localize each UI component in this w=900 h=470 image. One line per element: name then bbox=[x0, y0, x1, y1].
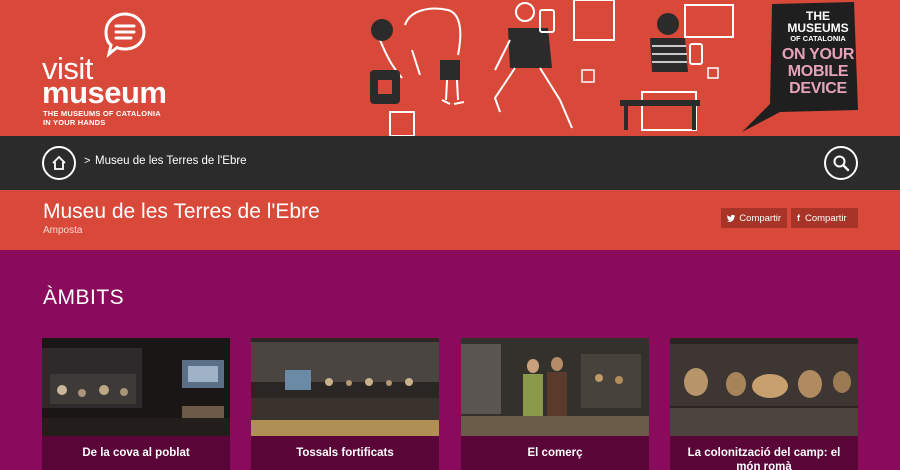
ambit-thumbnail-image bbox=[42, 338, 230, 436]
tagline-line-1: THE MUSEUMS OF CATALONIA bbox=[43, 109, 161, 118]
share-facebook-button[interactable]: f Compartir bbox=[791, 208, 858, 228]
promo-line-3c: DEVICE bbox=[789, 79, 847, 97]
ambit-card-title: De la cova al poblat bbox=[82, 447, 190, 459]
twitter-icon bbox=[727, 214, 736, 222]
header-banner: visit museum THE MUSEUMS OF CATALONIA IN… bbox=[0, 0, 900, 136]
search-icon bbox=[833, 155, 850, 172]
promo-line-3a: ON YOUR bbox=[781, 45, 855, 63]
page-subtitle-location: Amposta bbox=[43, 225, 83, 236]
navigation-bar: > Museu de les Terres de l'Ebre bbox=[0, 136, 900, 190]
home-button[interactable] bbox=[42, 146, 76, 180]
speech-bubble-logo-icon bbox=[104, 12, 146, 58]
facebook-icon: f bbox=[797, 213, 800, 223]
ambit-thumbnail-image bbox=[251, 338, 439, 436]
ambit-thumbnail-image bbox=[461, 338, 649, 436]
breadcrumb-separator: > bbox=[84, 155, 91, 167]
breadcrumb-current[interactable]: Museu de les Terres de l'Ebre bbox=[95, 155, 247, 167]
visitmuseum-logo[interactable]: visit museum THE MUSEUMS OF CATALONIA IN… bbox=[42, 10, 192, 130]
ambits-card-list: De la cova al poblat Tossals fortificats bbox=[42, 338, 858, 470]
tagline-line-2: IN YOUR HANDS bbox=[43, 118, 106, 127]
ambit-card[interactable]: El comerç bbox=[461, 338, 649, 470]
ambit-card-title: La colonització del camp: el món romà bbox=[687, 447, 841, 470]
mobile-promo-bubble[interactable]: THE MUSEUMS OF CATALONIA ON YOUR MOBILE … bbox=[740, 0, 860, 134]
share-twitter-button[interactable]: Compartir bbox=[721, 208, 787, 228]
share-facebook-label: Compartir bbox=[805, 212, 847, 224]
ambit-card-title: Tossals fortificats bbox=[296, 447, 394, 459]
section-title-ambits: ÀMBITS bbox=[43, 286, 125, 309]
home-icon bbox=[52, 155, 66, 170]
promo-text: THE MUSEUMS OF CATALONIA ON YOUR MOBILE … bbox=[778, 10, 858, 97]
ambit-thumbnail-image bbox=[670, 338, 858, 436]
search-button[interactable] bbox=[824, 146, 858, 180]
logo-tagline: THE MUSEUMS OF CATALONIA IN YOUR HANDS bbox=[43, 109, 161, 127]
promo-line-3b: MOBILE bbox=[787, 62, 849, 80]
promo-line-2: OF CATALONIA bbox=[790, 34, 846, 43]
page-title: Museu de les Terres de l'Ebre bbox=[43, 200, 320, 223]
ambit-card[interactable]: De la cova al poblat bbox=[42, 338, 230, 470]
promo-line-1: THE MUSEUMS bbox=[787, 9, 849, 35]
share-twitter-label: Compartir bbox=[739, 212, 781, 224]
ambit-card-title: El comerç bbox=[527, 447, 583, 459]
logo-museum-text: museum bbox=[42, 75, 167, 110]
visitors-illustration bbox=[370, 0, 734, 136]
ambit-card[interactable]: La colonització del camp: el món romà bbox=[670, 338, 858, 470]
ambit-card[interactable]: Tossals fortificats bbox=[251, 338, 439, 470]
